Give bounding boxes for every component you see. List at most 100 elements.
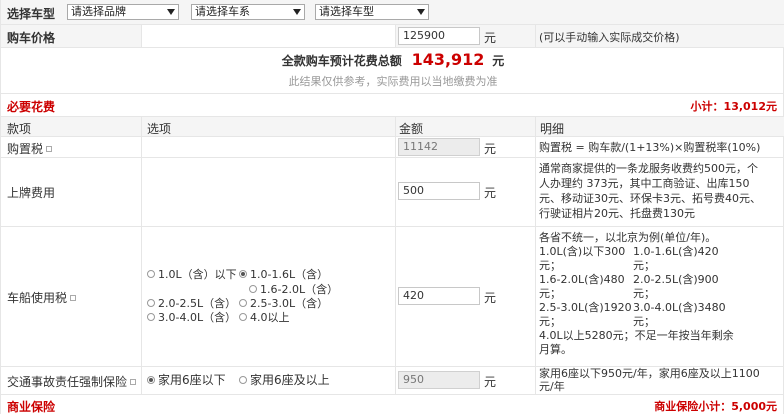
plate-fee-value: 500 (403, 184, 424, 197)
vehicle-tax-option[interactable]: 3.0-4.0L（含） (147, 311, 236, 324)
detail-line: 1.0L(含)以下300 (539, 245, 626, 258)
commercial-title: 商业保险 (7, 400, 56, 414)
brand-select-text: 请选择品牌 (71, 5, 126, 18)
detail-line: 人办理约 373元，其中工商验证、出库150 (539, 177, 750, 190)
insurance-label-text: 交通事故责任强制保险 (7, 375, 128, 389)
option-label: 3.0-4.0L（含） (158, 311, 237, 324)
radio-selected-icon (147, 375, 155, 384)
model-select-text: 请选择车型 (319, 5, 374, 18)
purchase-tax-label-text: 购置税 (7, 142, 44, 156)
header-detail: 明细 (540, 122, 565, 136)
insurance-option[interactable]: 家用6座以下 (147, 374, 226, 387)
price-input[interactable]: 125900 (398, 27, 480, 45)
detail-line: 月算。 (539, 343, 572, 356)
series-select-text: 请选择车系 (195, 5, 250, 18)
radio-icon (239, 375, 247, 384)
price-unit: 元 (484, 31, 497, 45)
insurance-label: 交通事故责任强制保险 (7, 373, 137, 390)
insurance-detail: 家用6座以下950元/年，家用6座及以上1100 元/年 (539, 367, 783, 393)
radio-icon (147, 299, 155, 307)
option-label: 家用6座及以上 (250, 373, 330, 387)
purchase-tax-input: 11142 (398, 138, 480, 156)
vehicle-tax-option[interactable]: 4.0以上 (239, 311, 290, 324)
purchase-tax-detail: 购置税 = 购车款/(1+13%)×购置税率(10%) (539, 141, 761, 154)
option-label: 2.0-2.5L（含） (158, 297, 237, 310)
price-label: 购车价格 (7, 31, 56, 45)
total-label: 全款购车预计花费总额 (281, 54, 402, 68)
radio-icon (147, 313, 155, 321)
vehicle-tax-value: 420 (403, 289, 424, 302)
detail-line: 元； (539, 315, 561, 328)
option-label: 1.6-2.0L（含） (260, 283, 339, 296)
vehicle-tax-option[interactable]: 1.6-2.0L（含） (249, 283, 338, 296)
model-select[interactable]: 请选择车型 (315, 4, 429, 20)
detail-line: 2.5-3.0L(含)1920 (539, 301, 632, 314)
commercial-subtotal: 商业保险小计：5,000元 (654, 400, 777, 413)
purchase-tax-unit: 元 (484, 142, 497, 156)
detail-line: 行驶证相片20元、托盘费130元 (539, 207, 695, 220)
table-row: 交通事故责任强制保险 家用6座以下 家用6座及以上 950 元 家用6座以下95… (1, 367, 784, 394)
detail-pair: 2.5-3.0L(含)1920 元； 3.0-4.0L(含)3480 元； (539, 301, 783, 329)
vehicle-tax-label: 车船使用税 (7, 289, 77, 306)
series-select[interactable]: 请选择车系 (191, 4, 305, 20)
radio-icon (239, 313, 247, 321)
purchase-tax-value: 11142 (403, 140, 438, 153)
vehicle-tax-option[interactable]: 2.0-2.5L（含） (147, 297, 236, 310)
car-cost-calculator: 选择车型 请选择品牌 请选择车系 请选择车型 购车价格 125900 元 (可以… (0, 0, 784, 414)
total-unit: 元 (492, 54, 505, 68)
detail-line: 3.0-4.0L(含)3480 (633, 301, 726, 314)
required-title: 必要花费 (7, 100, 56, 114)
info-icon[interactable] (70, 294, 77, 301)
detail-pair: 1.0L(含)以下300 元； 1.0-1.6L(含)420 元； (539, 245, 783, 273)
vehicle-tax-detail: 各省不统一，以北京为例(单位/年)。 1.0L(含)以下300 元； 1.0-1… (539, 231, 783, 357)
vehicle-tax-input[interactable]: 420 (398, 287, 480, 305)
detail-line: 家用6座以下950元/年，家用6座及以上1100 (539, 367, 760, 380)
detail-line: 各省不统一，以北京为例(单位/年)。 (539, 231, 717, 244)
vehicle-tax-option[interactable]: 1.0L（含）以下 (147, 268, 237, 281)
header-option: 选项 (147, 122, 172, 136)
option-label: 1.0L（含）以下 (158, 268, 237, 281)
detail-line: 元； (539, 287, 561, 300)
chevron-down-icon (293, 9, 301, 15)
insurance-unit: 元 (484, 375, 497, 389)
required-subtotal: 小计：13,012元 (690, 100, 777, 113)
insurance-option[interactable]: 家用6座及以上 (239, 374, 330, 387)
option-label: 2.5-3.0L（含） (250, 297, 329, 310)
table-row: 上牌费用 500 元 通常商家提供的一条龙服务收费约500元，个 人办理约 37… (1, 158, 784, 226)
detail-line: 元； (633, 287, 655, 300)
radio-selected-icon (239, 270, 247, 278)
detail-pair: 1.6-2.0L(含)480 元； 2.0-2.5L(含)900 元； (539, 273, 783, 301)
detail-line: 1.0-1.6L(含)420 (633, 245, 719, 258)
detail-line: 通常商家提供的一条龙服务收费约500元，个 (539, 162, 758, 175)
brand-select[interactable]: 请选择品牌 (67, 4, 179, 20)
info-icon[interactable] (46, 145, 53, 152)
table-header: 款项 选项 金额 明细 (1, 117, 784, 136)
detail-line: 元； (633, 315, 655, 328)
vehicle-tax-option[interactable]: 2.5-3.0L（含） (239, 297, 328, 310)
detail-line: 2.0-2.5L(含)900 (633, 273, 719, 286)
detail-line: 元； (539, 259, 561, 272)
radio-icon (239, 299, 247, 307)
plate-fee-label: 上牌费用 (7, 186, 56, 200)
plate-fee-detail: 通常商家提供的一条龙服务收费约500元，个 人办理约 373元，其中工商验证、出… (539, 161, 783, 221)
option-label: 4.0以上 (250, 311, 290, 324)
detail-line: 元； (633, 259, 655, 272)
chevron-down-icon (417, 9, 425, 15)
model-selector-row: 选择车型 请选择品牌 请选择车系 请选择车型 (1, 0, 784, 24)
header-item: 款项 (7, 122, 32, 136)
plate-fee-input[interactable]: 500 (398, 182, 480, 200)
radio-icon (147, 270, 155, 278)
vehicle-tax-unit: 元 (484, 291, 497, 305)
required-section-header: 必要花费 小计：13,012元 (1, 94, 784, 116)
vehicle-tax-option[interactable]: 1.0-1.6L（含） (239, 268, 328, 281)
chevron-down-icon (167, 9, 175, 15)
total-summary: 全款购车预计花费总额 143,912 元 (1, 50, 784, 69)
price-hint: (可以手动输入实际成交价格) (539, 31, 680, 44)
detail-line: 1.6-2.0L(含)480 (539, 273, 625, 286)
option-label: 1.0-1.6L（含） (250, 268, 329, 281)
detail-line: 元、移动证30元、环保卡3元、拓号费40元、 (539, 192, 761, 205)
insurance-value: 950 (403, 373, 424, 386)
commercial-section-header: 商业保险 商业保险小计：5,000元 (1, 395, 784, 414)
info-icon[interactable] (130, 378, 137, 385)
vehicle-tax-label-text: 车船使用税 (7, 291, 68, 305)
